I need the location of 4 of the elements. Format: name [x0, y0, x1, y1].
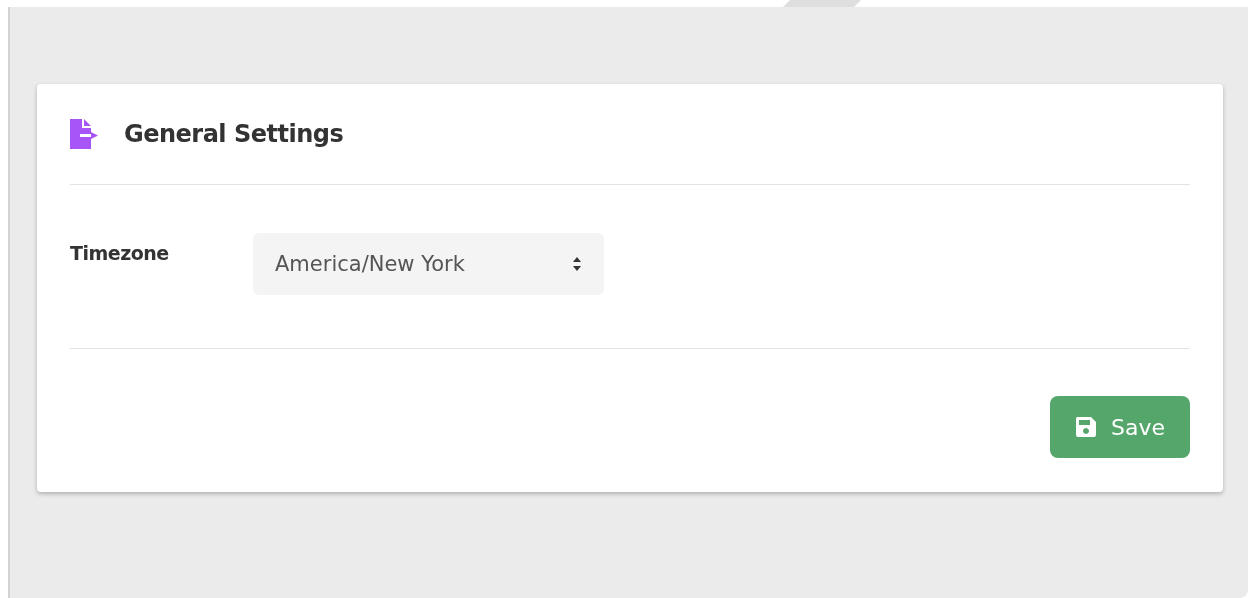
- card-title: General Settings: [124, 120, 344, 148]
- timezone-select[interactable]: America/New York: [253, 233, 604, 295]
- field-label: Timezone: [70, 241, 170, 264]
- sort-caret-icon: [572, 256, 582, 272]
